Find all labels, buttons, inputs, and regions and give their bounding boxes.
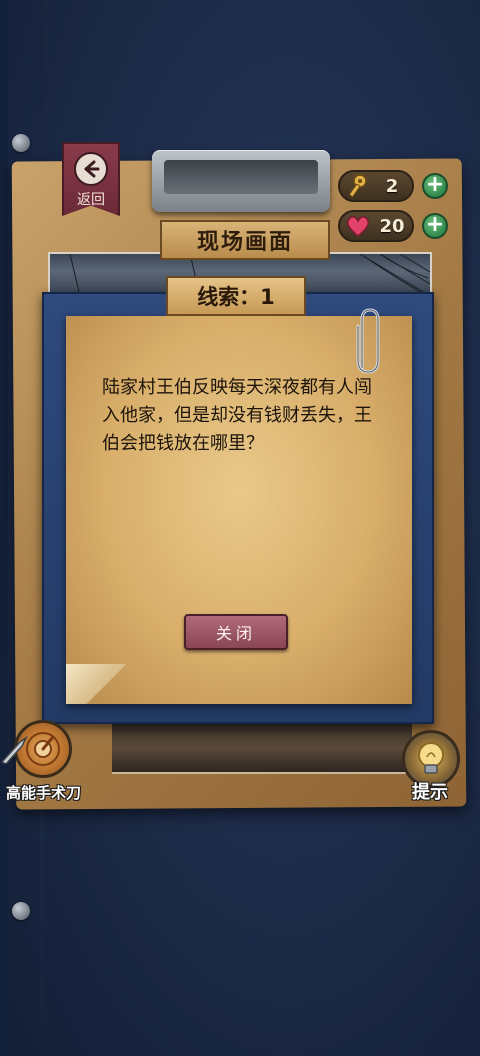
hint-label: 提示	[412, 782, 448, 803]
close-button[interactable]: 关闭	[184, 614, 288, 650]
key-icon	[344, 172, 372, 200]
scene-title: 现场画面	[160, 220, 330, 260]
clue-title: 线索：1	[166, 276, 306, 316]
paper-curl	[66, 664, 126, 704]
heart-icon	[344, 212, 372, 240]
back-button[interactable]: 返回	[62, 142, 120, 216]
hearts-count: 20	[379, 215, 405, 237]
clue-text: 陆家村王伯反映每天深夜都有人闯入他家，但是却没有钱财丢失，王伯会把钱放在哪里？	[102, 377, 372, 454]
clipboard-clip	[152, 150, 330, 212]
add-hearts-button[interactable]: +	[422, 213, 448, 239]
scene-image-bottom	[112, 724, 412, 774]
keys-counter: 2	[338, 170, 414, 202]
pin-bottom	[12, 902, 30, 920]
left-edge-strip	[0, 0, 8, 1056]
keys-count: 2	[385, 175, 399, 197]
paperclip-icon	[356, 308, 380, 374]
pin-top	[12, 134, 30, 152]
scalpel-tool-label: 高能手术刀	[6, 784, 82, 802]
arrow-left-icon	[74, 152, 108, 186]
blade-icon	[0, 735, 28, 764]
hearts-counter: 20	[338, 210, 414, 242]
add-keys-button[interactable]: +	[422, 173, 448, 199]
